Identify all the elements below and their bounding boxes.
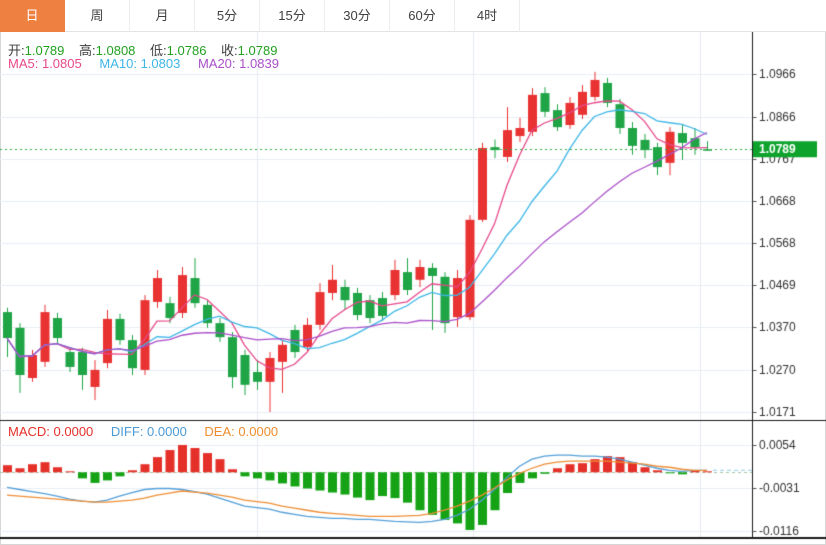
tab-week[interactable]: 周	[65, 0, 130, 32]
tab-4hour[interactable]: 4时	[455, 0, 520, 32]
macd-legend: MACD: 0.0000 DIFF: 0.0000 DEA: 0.0000	[8, 424, 278, 439]
candlestick-chart-canvas[interactable]	[0, 32, 826, 545]
tab-60min[interactable]: 60分	[390, 0, 455, 32]
diff-value: DIFF: 0.0000	[111, 424, 187, 439]
ma10-value: MA10: 1.0803	[99, 56, 180, 71]
ma5-value: MA5: 1.0805	[8, 56, 82, 71]
ma-legend: MA5: 1.0805 MA10: 1.0803 MA20: 1.0839	[8, 56, 279, 71]
trading-chart-app: 日 周 月 5分 15分 30分 60分 4时 开:1.0789 高:1.080…	[0, 0, 826, 545]
tab-15min[interactable]: 15分	[260, 0, 325, 32]
tab-30min[interactable]: 30分	[325, 0, 390, 32]
macd-value: MACD: 0.0000	[8, 424, 93, 439]
tab-day[interactable]: 日	[0, 0, 65, 32]
ma20-value: MA20: 1.0839	[198, 56, 279, 71]
dea-value: DEA: 0.0000	[204, 424, 278, 439]
tab-month[interactable]: 月	[130, 0, 195, 32]
tab-5min[interactable]: 5分	[195, 0, 260, 32]
timeframe-toolbar: 日 周 月 5分 15分 30分 60分 4时	[0, 0, 826, 32]
